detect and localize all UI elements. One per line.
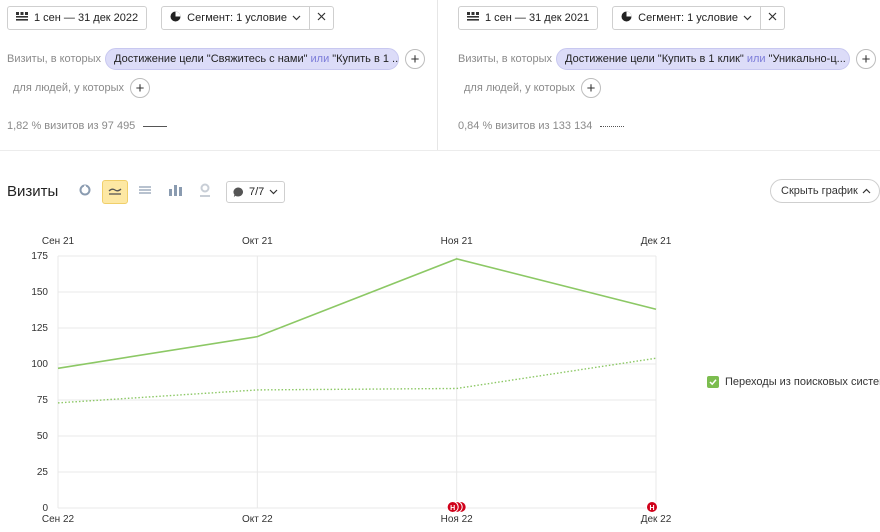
right-line-sample xyxy=(600,125,625,127)
pie-segment-icon xyxy=(170,11,181,25)
top-x-tick-label: Окт 21 xyxy=(242,236,273,247)
left-segment-button[interactable]: Сегмент: 1 условие xyxy=(161,6,310,30)
x-tick-label: Дек 22 xyxy=(641,514,672,525)
right-people-condition-row: для людей, у которых + xyxy=(464,78,601,98)
top-x-tick-label: Сен 21 xyxy=(42,236,75,247)
hide-chart-label: Скрыть график xyxy=(781,185,858,197)
line-chart-icon xyxy=(108,183,122,201)
right-segment-button[interactable]: Сегмент: 1 условие xyxy=(612,6,761,30)
chevron-down-icon xyxy=(292,12,301,24)
map-view-button[interactable] xyxy=(192,180,218,204)
y-tick-label: 100 xyxy=(31,359,48,370)
left-comparison-panel: 1 сен — 31 дек 2022 Сегмент: 1 условие В… xyxy=(0,0,438,150)
x-tick-label: Окт 22 xyxy=(242,514,273,525)
annotation-marker-label: Н xyxy=(450,505,455,512)
annotation-marker-label: Н xyxy=(649,505,654,512)
y-tick-label: 75 xyxy=(37,395,49,406)
right-comparison-panel: 1 сен — 31 дек 2021 Сегмент: 1 условие В… xyxy=(439,0,880,150)
area-chart-icon xyxy=(138,183,152,201)
top-x-tick-label: Дек 21 xyxy=(641,236,672,247)
x-tick-label: Сен 22 xyxy=(42,514,75,525)
left-visits-condition-row: Визиты, в которых Достижение цели "Свяжи… xyxy=(7,48,425,70)
y-tick-label: 125 xyxy=(31,323,48,334)
section-divider xyxy=(0,150,880,151)
right-date-range-button[interactable]: 1 сен — 31 дек 2021 xyxy=(458,6,599,30)
left-chip-part1: Достижение цели "Свяжитесь с нами" xyxy=(114,53,308,65)
left-add-visit-condition-button[interactable]: + xyxy=(405,49,425,69)
y-tick-label: 25 xyxy=(37,467,49,478)
left-segment-label: Сегмент: 1 условие xyxy=(187,12,287,24)
pie-segment-icon xyxy=(621,11,632,25)
calendar-icon xyxy=(16,11,28,25)
chart-view-switcher: 7/7 xyxy=(72,180,286,204)
left-condition-chip[interactable]: Достижение цели "Свяжитесь с нами" или "… xyxy=(105,48,399,70)
bar-chart-icon xyxy=(168,183,182,201)
plus-icon: + xyxy=(586,79,596,97)
close-icon xyxy=(768,12,777,24)
comments-count: 7/7 xyxy=(249,186,265,198)
right-chip-part1: Достижение цели "Купить в 1 клик" xyxy=(565,53,744,65)
comments-filter-button[interactable]: 7/7 xyxy=(226,181,286,203)
plus-icon: + xyxy=(861,50,871,68)
calendar-icon xyxy=(467,11,479,25)
left-stat: 1,82 % визитов из 97 495 xyxy=(7,120,168,132)
chevron-up-icon xyxy=(862,188,871,194)
y-tick-label: 50 xyxy=(37,431,49,442)
left-toolbar: 1 сен — 31 дек 2022 Сегмент: 1 условие xyxy=(7,6,334,30)
comment-icon xyxy=(233,186,244,198)
x-tick-label: Ноя 22 xyxy=(441,514,474,525)
pie-chart-icon xyxy=(79,183,91,201)
y-tick-label: 150 xyxy=(31,287,48,298)
y-tick-label: 175 xyxy=(31,251,48,262)
top-x-tick-label: Ноя 21 xyxy=(441,236,474,247)
line-chart-view-button[interactable] xyxy=(102,180,128,204)
y-tick-label: 0 xyxy=(42,503,48,514)
left-chip-or: или xyxy=(310,53,330,65)
chevron-down-icon xyxy=(269,189,278,195)
series-line-primary xyxy=(57,258,657,370)
hide-chart-button[interactable]: Скрыть график xyxy=(770,179,880,203)
left-visits-prefix: Визиты, в которых xyxy=(7,53,101,65)
chart-legend[interactable]: Переходы из поисковых систем xyxy=(707,376,880,388)
series-line-comparison xyxy=(57,357,657,404)
legend-label: Переходы из поисковых систем xyxy=(725,376,880,388)
right-stat: 0,84 % визитов из 133 134 xyxy=(458,120,625,132)
right-stat-text: 0,84 % визитов из 133 134 xyxy=(458,120,593,132)
left-people-condition-row: для людей, у которых + xyxy=(13,78,150,98)
check-icon xyxy=(709,378,717,386)
chevron-down-icon xyxy=(743,12,752,24)
right-condition-chip[interactable]: Достижение цели "Купить в 1 клик" или "У… xyxy=(556,48,850,70)
left-people-prefix: для людей, у которых xyxy=(13,82,124,94)
right-add-visit-condition-button[interactable]: + xyxy=(856,49,876,69)
left-add-people-condition-button[interactable]: + xyxy=(130,78,150,98)
pie-chart-view-button[interactable] xyxy=(72,180,98,204)
right-toolbar: 1 сен — 31 дек 2021 Сегмент: 1 условие xyxy=(458,6,785,30)
area-chart-view-button[interactable] xyxy=(132,180,158,204)
left-date-range-button[interactable]: 1 сен — 31 дек 2022 xyxy=(7,6,148,30)
right-visits-prefix: Визиты, в которых xyxy=(458,53,552,65)
report-title: Визиты xyxy=(7,183,59,200)
right-segment-clear-button[interactable] xyxy=(760,6,785,30)
left-line-sample xyxy=(143,125,168,127)
right-date-range-label: 1 сен — 31 дек 2021 xyxy=(485,12,590,24)
right-people-prefix: для людей, у которых xyxy=(464,82,575,94)
right-chip-part2: "Уникально-ц... xyxy=(768,53,846,65)
map-pin-icon xyxy=(199,183,211,202)
legend-checkbox[interactable] xyxy=(707,376,719,388)
right-visits-condition-row: Визиты, в которых Достижение цели "Купит… xyxy=(458,48,876,70)
left-chip-part2: "Купить в 1 ... xyxy=(332,53,399,65)
left-date-range-label: 1 сен — 31 дек 2022 xyxy=(34,12,139,24)
right-add-people-condition-button[interactable]: + xyxy=(581,78,601,98)
plus-icon: + xyxy=(135,79,145,97)
right-segment-label: Сегмент: 1 условие xyxy=(638,12,738,24)
plus-icon: + xyxy=(410,50,420,68)
left-segment-clear-button[interactable] xyxy=(309,6,334,30)
left-stat-text: 1,82 % визитов из 97 495 xyxy=(7,120,136,132)
right-chip-or: или xyxy=(746,53,766,65)
close-icon xyxy=(317,12,326,24)
bar-chart-view-button[interactable] xyxy=(162,180,188,204)
